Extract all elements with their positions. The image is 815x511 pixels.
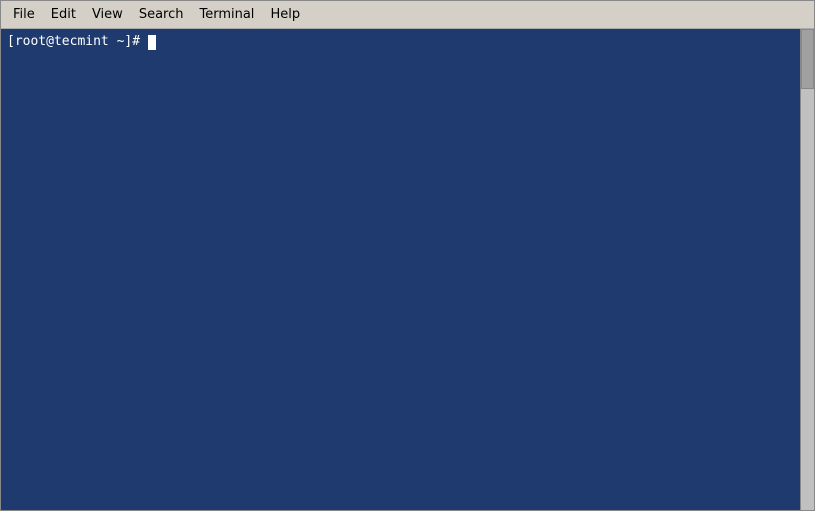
terminal-prompt: [root@tecmint ~]# <box>7 33 148 51</box>
menu-edit[interactable]: Edit <box>43 4 84 25</box>
menu-help[interactable]: Help <box>262 4 308 25</box>
terminal-window: File Edit View Search Terminal Help [roo… <box>0 0 815 511</box>
menu-terminal[interactable]: Terminal <box>191 4 262 25</box>
terminal-cursor <box>148 35 156 50</box>
menu-view[interactable]: View <box>84 4 131 25</box>
scrollbar-track[interactable] <box>800 29 814 510</box>
scrollbar-thumb[interactable] <box>801 29 814 89</box>
menubar: File Edit View Search Terminal Help <box>1 1 814 29</box>
menu-file[interactable]: File <box>5 4 43 25</box>
terminal-body[interactable]: [root@tecmint ~]# <box>1 29 814 510</box>
terminal-prompt-line: [root@tecmint ~]# <box>7 33 808 51</box>
menu-search[interactable]: Search <box>131 4 192 25</box>
